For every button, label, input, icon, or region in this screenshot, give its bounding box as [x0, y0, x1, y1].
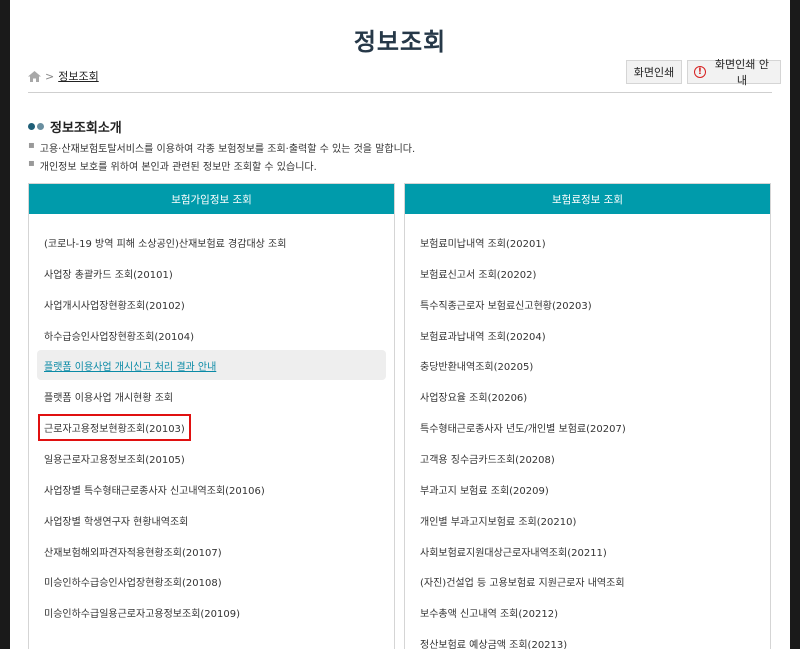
- bullet-dots-icon: [28, 123, 44, 130]
- menu-item[interactable]: 일용근로자고용정보조회(20105): [37, 443, 386, 473]
- menu-item[interactable]: 고객용 징수금카드조회(20208): [413, 443, 762, 473]
- intro-line-text: 고용·산재보험토탈서비스를 이용하여 각종 보험정보를 조회·출력할 수 있는 …: [39, 144, 416, 155]
- bullet-icon: ▪: [28, 140, 35, 151]
- warning-circle-icon: !: [694, 66, 706, 78]
- panel-header: 보험가입정보 조회: [29, 184, 394, 214]
- menu-item[interactable]: 특수직종근로자 보험료신고현황(20203): [413, 289, 762, 319]
- menu-item-hovered[interactable]: 플랫폼 이용사업 개시신고 처리 결과 안내: [37, 350, 386, 380]
- intro-heading: 정보조회소개: [28, 117, 122, 136]
- menu-item[interactable]: 플랫폼 이용사업 개시현황 조회: [37, 381, 386, 411]
- bullet-icon: ▪: [28, 158, 35, 169]
- breadcrumb-current[interactable]: 정보조회: [58, 68, 98, 84]
- menu-item[interactable]: 충당반환내역조회(20205): [413, 350, 762, 380]
- breadcrumb-separator: >: [45, 69, 55, 83]
- menu-item[interactable]: 정산보험료 예상금액 조회(20213): [413, 628, 762, 649]
- home-icon[interactable]: [28, 70, 41, 82]
- menu-item[interactable]: 산재보험해외파견자적용현황조회(20107): [37, 536, 386, 566]
- page-frame: 정보조회 > 정보조회 화면인쇄 ! 화면인쇄 안내 정보조회소개 ▪ 고용·산…: [10, 0, 790, 649]
- menu-item[interactable]: 사업장요율 조회(20206): [413, 381, 762, 411]
- menu-item[interactable]: 사업장 총괄카드 조회(20101): [37, 258, 386, 288]
- menu-item[interactable]: 보험료과납내역 조회(20204): [413, 320, 762, 350]
- menu-item[interactable]: 보험료신고서 조회(20202): [413, 258, 762, 288]
- menu-item[interactable]: 특수형태근로종사자 년도/개인별 보험료(20207): [413, 412, 762, 442]
- menu-item[interactable]: (자진)건설업 등 고용보험료 지원근로자 내역조회: [413, 566, 762, 596]
- panel-header: 보험료정보 조회: [405, 184, 770, 214]
- menu-item-highlighted[interactable]: 근로자고용정보현황조회(20103): [37, 412, 386, 442]
- menu-item[interactable]: 미승인하수급일용근로자고용정보조회(20109): [37, 597, 386, 627]
- menu-item[interactable]: 하수급승인사업장현황조회(20104): [37, 320, 386, 350]
- intro-heading-text: 정보조회소개: [50, 121, 122, 136]
- menu-item[interactable]: (코로나-19 방역 피해 소상공인)산재보험료 경감대상 조회: [37, 227, 386, 257]
- menu-item[interactable]: 부과고지 보험료 조회(20209): [413, 474, 762, 504]
- intro-line: ▪ 개인정보 보호를 위하여 본인과 관련된 정보만 조회할 수 있습니다.: [28, 158, 317, 173]
- intro-line-text: 개인정보 보호를 위하여 본인과 관련된 정보만 조회할 수 있습니다.: [39, 162, 317, 173]
- print-guide-button[interactable]: ! 화면인쇄 안내: [687, 58, 781, 87]
- breadcrumb: > 정보조회: [28, 68, 99, 84]
- menu-item[interactable]: 사회보험료지원대상근로자내역조회(20211): [413, 536, 762, 566]
- menu-item[interactable]: 보수총액 신고내역 조회(20212): [413, 597, 762, 627]
- menu-item[interactable]: 미승인하수급승인사업장현황조회(20108): [37, 566, 386, 596]
- menu-item[interactable]: 보험료미납내역 조회(20201): [413, 227, 762, 257]
- menu-item[interactable]: 사업개시사업장현황조회(20102): [37, 289, 386, 319]
- intro-line: ▪ 고용·산재보험토탈서비스를 이용하여 각종 보험정보를 조회·출력할 수 있…: [28, 140, 415, 155]
- page-title: 정보조회: [353, 28, 447, 56]
- menu-item[interactable]: 개인별 부과고지보험료 조회(20210): [413, 505, 762, 535]
- menu-item[interactable]: 사업장별 학생연구자 현황내역조회: [37, 505, 386, 535]
- header-divider: [28, 92, 772, 93]
- print-button[interactable]: 화면인쇄: [626, 60, 682, 84]
- insurance-enrollment-panel: 보험가입정보 조회 (코로나-19 방역 피해 소상공인)산재보험료 경감대상 …: [28, 183, 395, 649]
- premium-info-panel: 보험료정보 조회 보험료미납내역 조회(20201) 보험료신고서 조회(202…: [404, 183, 771, 649]
- print-guide-label: 화면인쇄 안내: [714, 58, 770, 87]
- menu-item[interactable]: 사업장별 특수형태근로종사자 신고내역조회(20106): [37, 474, 386, 504]
